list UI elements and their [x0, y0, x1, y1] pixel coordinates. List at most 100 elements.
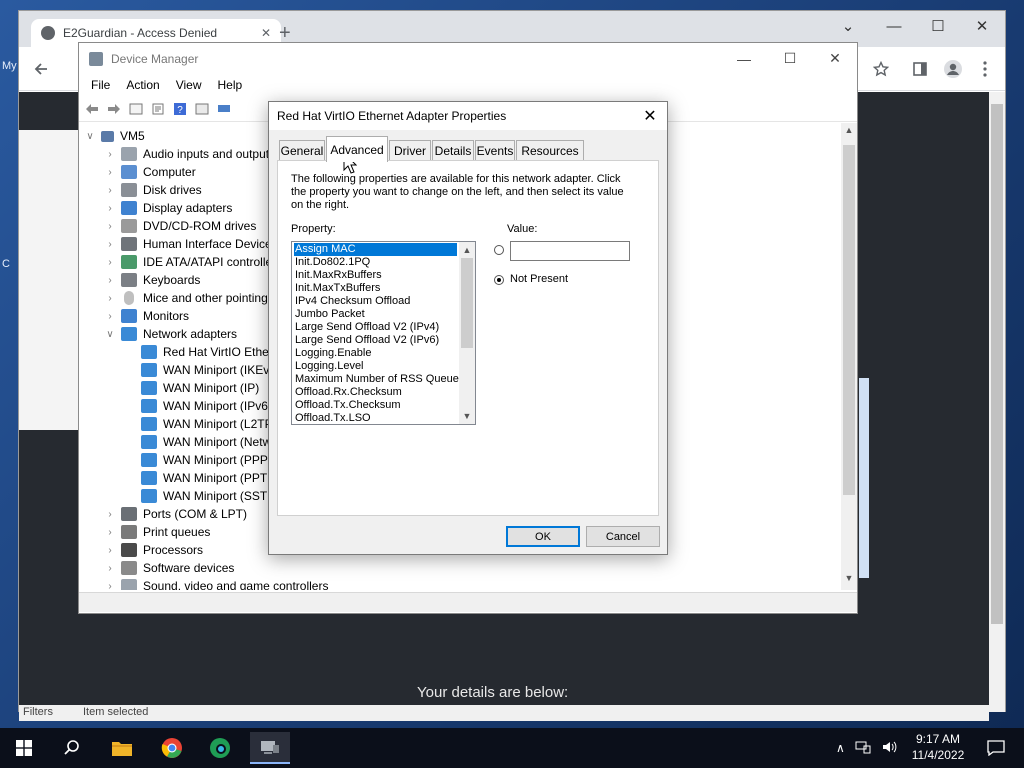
tree-item-ide[interactable]: › IDE ATA/ATAPI controllers [105, 253, 282, 271]
menu-view[interactable]: View [168, 78, 210, 92]
tree-item-wan-l2tp[interactable]: WAN Miniport (L2TP) [141, 415, 277, 433]
scroll-up-icon[interactable]: ▲ [459, 243, 475, 257]
tab-close-icon[interactable]: ✕ [261, 26, 271, 40]
value-input[interactable] [510, 241, 630, 261]
property-item[interactable]: Large Send Offload V2 (IPv6) [294, 334, 457, 347]
tab-resources[interactable]: Resources [516, 140, 584, 161]
desktop-icon-label[interactable]: My [2, 60, 17, 72]
chrome-scrollbar[interactable] [989, 92, 1005, 712]
property-item[interactable]: Init.MaxRxBuffers [294, 269, 457, 282]
forward-arrow-icon[interactable] [105, 100, 123, 118]
scroll-down-icon[interactable]: ▼ [841, 573, 857, 587]
property-list-scrollbar[interactable]: ▲ ▼ [459, 242, 475, 424]
scrollbar-thumb[interactable] [991, 104, 1003, 624]
tree-item-processors[interactable]: › Processors [105, 541, 203, 559]
property-item[interactable]: Large Send Offload V2 (IPv4) [294, 321, 457, 334]
tab-driver[interactable]: Driver [389, 140, 431, 161]
tree-item-display-adapters[interactable]: › Display adapters [105, 199, 232, 217]
search-icon[interactable] [52, 732, 92, 764]
tab-search-icon[interactable]: ⌄ [825, 11, 871, 41]
menu-action[interactable]: Action [118, 78, 167, 92]
properties-icon[interactable] [149, 100, 167, 118]
not-present-label[interactable]: Not Present [510, 273, 568, 285]
property-item[interactable]: Offload.Rx.Checksum [294, 386, 457, 399]
tree-item-wan-sstp[interactable]: WAN Miniport (SSTP) [141, 487, 279, 505]
dm-minimize-button[interactable]: — [721, 43, 767, 74]
scroll-up-icon[interactable]: ▲ [841, 125, 857, 139]
property-item[interactable]: Logging.Level [294, 360, 457, 373]
tab-events[interactable]: Events [475, 140, 515, 161]
dm-close-button[interactable]: ✕ [812, 43, 858, 74]
property-item[interactable]: Init.Do802.1PQ [294, 256, 457, 269]
tree-item-wan-ikev2[interactable]: WAN Miniport (IKEv2) [141, 361, 280, 379]
view-icon[interactable] [193, 100, 211, 118]
property-item[interactable]: Offload.Tx.Checksum [294, 399, 457, 412]
tree-item-monitors[interactable]: › Monitors [105, 307, 189, 325]
property-item[interactable]: Logging.Enable [294, 347, 457, 360]
tree-item-ports[interactable]: › Ports (COM & LPT) [105, 505, 247, 523]
property-item[interactable]: IPv4 Checksum Offload [294, 295, 457, 308]
tree-item-computer[interactable]: › Computer [105, 163, 196, 181]
scan-hardware-icon[interactable] [215, 100, 233, 118]
property-listbox[interactable]: Assign MAC Init.Do802.1PQ Init.MaxRxBuff… [291, 241, 476, 425]
tree-root[interactable]: ∨ VM5 [85, 127, 144, 145]
chrome-icon[interactable] [152, 732, 192, 764]
scrollbar-thumb[interactable] [843, 145, 855, 495]
chrome-maximize-button[interactable]: ☐ [915, 11, 961, 41]
clock-date: 11/4/2022 [911, 748, 965, 762]
tree-item-dvd[interactable]: › DVD/CD-ROM drives [105, 217, 256, 235]
back-arrow-icon[interactable] [83, 100, 101, 118]
bookmark-star-icon[interactable] [867, 55, 895, 83]
property-item[interactable]: Jumbo Packet [294, 308, 457, 321]
tray-overflow-icon[interactable]: ∧ [836, 741, 845, 755]
more-menu-icon[interactable] [971, 55, 999, 83]
ok-button[interactable]: OK [506, 526, 580, 547]
dialog-close-button[interactable]: ✕ [633, 102, 667, 130]
device-tree-scrollbar[interactable]: ▲ ▼ [841, 123, 857, 590]
tab-details[interactable]: Details [432, 140, 474, 161]
volume-icon[interactable] [881, 740, 897, 757]
not-present-radio[interactable] [494, 275, 504, 285]
show-hide-tree-icon[interactable] [127, 100, 145, 118]
tree-item-wan-ipv6[interactable]: WAN Miniport (IPv6) [141, 397, 272, 415]
menu-help[interactable]: Help [210, 78, 251, 92]
tab-advanced[interactable]: Advanced [326, 136, 388, 162]
tree-item-sound[interactable]: › Sound, video and game controllers [105, 577, 328, 590]
scroll-down-icon[interactable]: ▼ [459, 409, 475, 423]
chrome-close-button[interactable]: ✕ [959, 11, 1005, 41]
property-item[interactable]: Offload.Tx.LSO [294, 412, 457, 424]
clock[interactable]: 9:17 AM 11/4/2022 [902, 731, 974, 765]
tree-item-disk-drives[interactable]: › Disk drives [105, 181, 202, 199]
dm-maximize-button[interactable]: ☐ [767, 43, 813, 74]
taskbar: ∧ 9:17 AM 11/4/2022 [0, 728, 1024, 768]
tree-item-hid[interactable]: › Human Interface Devices [105, 235, 278, 253]
property-item-selected[interactable]: Assign MAC [294, 243, 457, 256]
network-icon[interactable] [855, 740, 871, 757]
scrollbar-thumb[interactable] [461, 258, 473, 348]
tree-item-print-queues[interactable]: › Print queues [105, 523, 210, 541]
menu-file[interactable]: File [83, 78, 118, 92]
back-icon[interactable] [27, 55, 55, 83]
property-item[interactable]: Init.MaxTxBuffers [294, 282, 457, 295]
tree-item-wan-ip[interactable]: WAN Miniport (IP) [141, 379, 259, 397]
chrome-minimize-button[interactable]: — [871, 11, 917, 41]
value-radio[interactable] [494, 245, 504, 255]
desktop-icon-label[interactable]: C [2, 258, 10, 270]
tab-general[interactable]: General [279, 140, 325, 161]
side-panel-icon[interactable] [906, 55, 934, 83]
tree-item-keyboards[interactable]: › Keyboards [105, 271, 200, 289]
device-manager-taskbar-icon[interactable] [250, 732, 290, 764]
edge-icon[interactable] [200, 732, 240, 764]
help-icon[interactable]: ? [171, 100, 189, 118]
cancel-button[interactable]: Cancel [586, 526, 660, 547]
tree-item-network-adapters[interactable]: ∨ Network adapters [105, 325, 237, 343]
profile-avatar-icon[interactable] [939, 55, 967, 83]
start-button[interactable] [4, 732, 44, 764]
tree-item-software-devices[interactable]: › Software devices [105, 559, 234, 577]
tree-item-wan-pptp[interactable]: WAN Miniport (PPTP) [141, 469, 279, 487]
notifications-icon[interactable] [978, 728, 1014, 768]
file-explorer-icon[interactable] [102, 732, 142, 764]
tree-item-wan-pppoe[interactable]: WAN Miniport (PPPOE) [141, 451, 289, 469]
property-item[interactable]: Maximum Number of RSS Queues [294, 373, 459, 386]
tree-item-audio[interactable]: › Audio inputs and outputs [105, 145, 275, 163]
